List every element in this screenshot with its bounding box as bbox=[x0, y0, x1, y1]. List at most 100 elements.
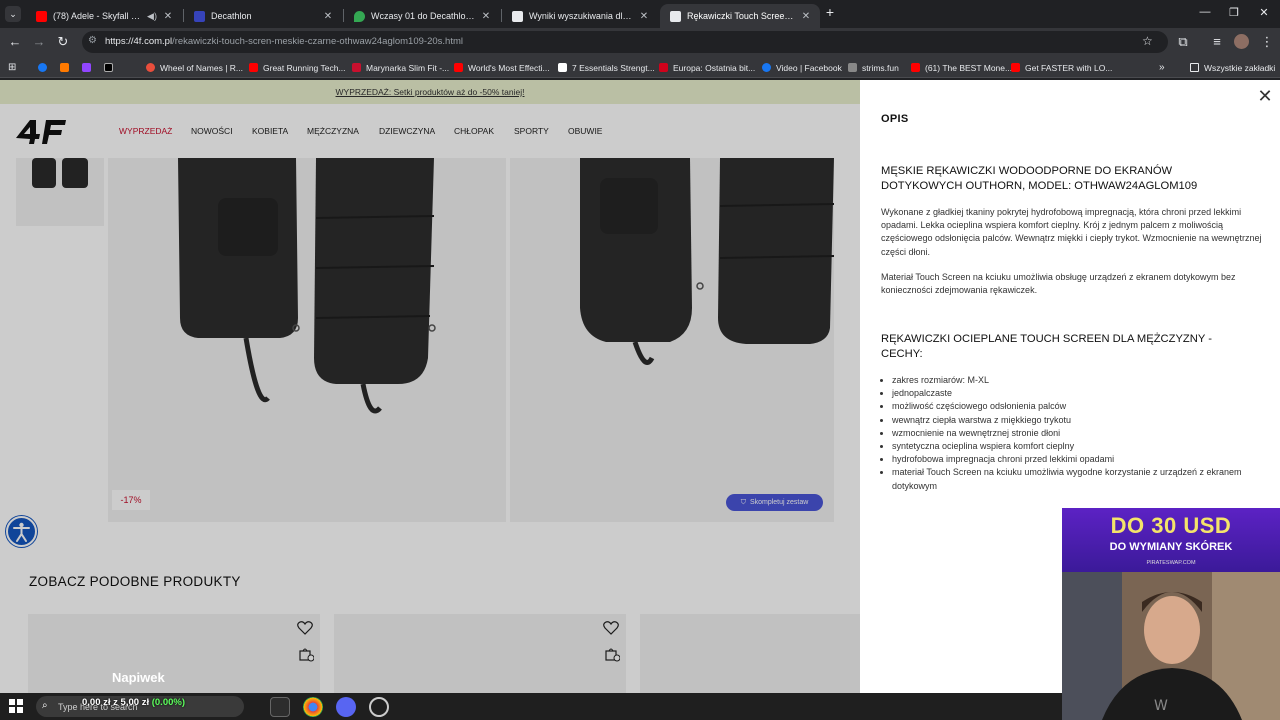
bookmark-best-money[interactable]: (61) The BEST Mone... bbox=[911, 61, 1012, 74]
youtube-icon bbox=[249, 63, 258, 72]
product-description: Wykonane z gładkiej tkaniny pokrytej hyd… bbox=[881, 207, 1262, 257]
facebook-icon bbox=[38, 63, 47, 72]
twitch-icon bbox=[82, 63, 91, 72]
back-icon[interactable]: ← bbox=[7, 34, 23, 50]
tab-title: Rękawiczki Touch Screen męsk bbox=[687, 11, 796, 21]
news-icon bbox=[659, 63, 668, 72]
modal-backdrop[interactable] bbox=[0, 80, 860, 693]
bookmark-orange[interactable] bbox=[60, 61, 74, 74]
address-bar[interactable]: ⚙ https://4f.com.pl/rekawiczki-touch-scr… bbox=[82, 31, 1168, 53]
features-heading: RĘKAWICZKI OCIEPLANE TOUCH SCREEN DLA MĘ… bbox=[881, 333, 1212, 360]
tab-close-icon[interactable]: ✕ bbox=[480, 11, 492, 22]
site-info-icon[interactable]: ⚙ bbox=[88, 35, 97, 46]
tab-title: Decathlon bbox=[211, 11, 252, 21]
tab-maps[interactable]: Wczasy 01 do Decathlon Gdań ✕ bbox=[344, 4, 500, 28]
bookmark-worlds-most[interactable]: World's Most Effecti... bbox=[454, 61, 550, 74]
shop-icon bbox=[352, 63, 361, 72]
tip-overlay-label: Napiwek bbox=[112, 670, 165, 685]
discord-app-icon[interactable] bbox=[336, 697, 356, 717]
forward-icon[interactable]: → bbox=[31, 34, 47, 50]
reload-icon[interactable]: ↻ bbox=[55, 34, 71, 50]
more-bookmarks-icon[interactable]: » bbox=[1159, 61, 1165, 74]
tab-close-icon[interactable]: ✕ bbox=[322, 11, 334, 22]
tab-close-icon[interactable]: ✕ bbox=[162, 11, 174, 22]
wheel-icon bbox=[146, 63, 155, 72]
all-bookmarks-folder[interactable]: Wszystkie zakładki bbox=[1190, 61, 1275, 74]
tab-close-icon[interactable]: ✕ bbox=[800, 11, 812, 22]
tab-decathlon[interactable]: Decathlon ✕ bbox=[184, 4, 342, 28]
bookmark-running[interactable]: Great Running Tech... bbox=[249, 61, 346, 74]
bookmark-star-icon[interactable]: ☆ bbox=[1142, 34, 1153, 48]
tab-search-chevron-icon[interactable]: ⌄ bbox=[5, 6, 21, 22]
feature-item: możliwość częściowego odsłonienia palców bbox=[892, 400, 1262, 413]
bookmark-europa[interactable]: Europa: Ostatnia bit... bbox=[659, 61, 755, 74]
tab-title: Wyniki wyszukiwania dla: rękaw bbox=[529, 11, 634, 21]
bookmark-x[interactable] bbox=[104, 61, 118, 74]
tab-close-icon[interactable]: ✕ bbox=[638, 11, 650, 22]
feature-item: syntetyczna ocieplina wspiera komfort ci… bbox=[892, 440, 1262, 453]
feature-item: materiał Touch Screen na kciuku umożliwi… bbox=[892, 466, 1262, 492]
tab-youtube[interactable]: (78) Adele - Skyfall (Official ◀) ✕ bbox=[26, 4, 182, 28]
folder-icon bbox=[1190, 63, 1199, 72]
bookmark-essentials[interactable]: 7 Essentials Strengt... bbox=[558, 61, 655, 74]
bookmark-marynarka[interactable]: Marynarka Slim Fit -... bbox=[352, 61, 449, 74]
strims-icon bbox=[848, 63, 857, 72]
bookmark-icon bbox=[60, 63, 69, 72]
bookmark-wheel-of-names[interactable]: Wheel of Names | R... bbox=[146, 61, 243, 74]
panel-title: OPIS bbox=[881, 113, 909, 125]
touchscreen-description: Materiał Touch Screen na kciuku umożliwi… bbox=[881, 272, 1236, 296]
close-window-icon[interactable]: ✕ bbox=[1254, 6, 1274, 19]
bookmarks-bar: ⊞ Wheel of Names | R... Great Running Te… bbox=[0, 56, 1280, 78]
bookmark-facebook[interactable] bbox=[38, 61, 52, 74]
profile-avatar[interactable] bbox=[1234, 34, 1249, 49]
youtube-icon bbox=[36, 10, 47, 22]
tab-search-results[interactable]: Wyniki wyszukiwania dla: rękaw ✕ bbox=[502, 4, 658, 28]
tab-title: (78) Adele - Skyfall (Official bbox=[53, 11, 142, 21]
ad-site: PIRATESWAP.COM bbox=[1146, 560, 1196, 566]
feature-item: jednopalczaste bbox=[892, 387, 1262, 400]
minimize-icon[interactable]: — bbox=[1195, 6, 1215, 18]
chrome-app-icon[interactable] bbox=[303, 697, 323, 717]
terminal-app-icon[interactable] bbox=[270, 697, 290, 717]
youtube-icon bbox=[911, 63, 920, 72]
feature-item: hydrofobowa impregnacja chroni przed lek… bbox=[892, 453, 1262, 466]
page-icon bbox=[512, 10, 523, 22]
obs-app-icon[interactable] bbox=[369, 697, 389, 717]
facebook-icon bbox=[762, 63, 771, 72]
feature-item: wewnątrz ciepła warstwa z miękkiego tryk… bbox=[892, 414, 1262, 427]
browser-menu-icon[interactable]: ⋮ bbox=[1259, 34, 1275, 50]
restore-icon[interactable]: ❐ bbox=[1224, 6, 1244, 19]
browser-tab-bar: ⌄ (78) Adele - Skyfall (Official ◀) ✕ De… bbox=[0, 0, 1280, 28]
map-pin-icon bbox=[354, 10, 365, 22]
ad-subline: DO WYMIANY SKÓREK bbox=[1109, 541, 1233, 553]
feature-item: zakres rozmiarów: M-XL bbox=[892, 374, 1262, 387]
search-icon: ⌕ bbox=[42, 700, 48, 711]
extensions-icon[interactable]: ⧉ bbox=[1175, 34, 1191, 50]
audio-icon[interactable]: ◀) bbox=[146, 11, 158, 22]
page-icon bbox=[670, 10, 681, 22]
webcam-feed: W bbox=[1062, 572, 1280, 720]
stream-ad-banner: DO 30 USD DO WYMIANY SKÓREK PIRATESWAP.C… bbox=[1062, 508, 1280, 572]
close-icon[interactable]: ✕ bbox=[1257, 87, 1273, 105]
tip-goal-ticker: 0,00 zł z 5,00 zł (0.00%) bbox=[82, 697, 185, 708]
bookmark-get-faster[interactable]: Get FASTER with LO... bbox=[1011, 61, 1112, 74]
youtube-icon bbox=[454, 63, 463, 72]
bookmark-video-facebook[interactable]: Video | Facebook bbox=[762, 61, 842, 74]
features-list: zakres rozmiarów: M-XL jednopalczaste mo… bbox=[892, 374, 1262, 493]
browser-toolbar: ← → ↻ ⚙ https://4f.com.pl/rekawiczki-tou… bbox=[0, 28, 1280, 56]
product-heading: MĘSKIE RĘKAWICZKI WODOODPORNE DO EKRANÓW… bbox=[881, 165, 1198, 192]
tab-title: Wczasy 01 do Decathlon Gdań bbox=[371, 11, 476, 21]
bookmark-strims[interactable]: strims.fun bbox=[848, 61, 899, 74]
windows-start-icon[interactable] bbox=[9, 699, 23, 713]
url-text: https://4f.com.pl/rekawiczki-touch-scren… bbox=[105, 36, 463, 47]
media-control-icon[interactable]: ≡ bbox=[1209, 34, 1225, 50]
feature-item: wzmocnienie na wewnętrznej stronie dłoni bbox=[892, 427, 1262, 440]
ad-headline: DO 30 USD bbox=[1110, 513, 1232, 538]
svg-text:W: W bbox=[1154, 698, 1168, 714]
tab-active-gloves[interactable]: Rękawiczki Touch Screen męsk ✕ bbox=[660, 4, 820, 28]
new-tab-button[interactable]: + bbox=[820, 4, 840, 20]
apps-grid-icon[interactable]: ⊞ bbox=[8, 61, 16, 74]
r-icon bbox=[558, 63, 567, 72]
decathlon-icon bbox=[194, 10, 205, 22]
bookmark-twitch[interactable] bbox=[82, 61, 96, 74]
